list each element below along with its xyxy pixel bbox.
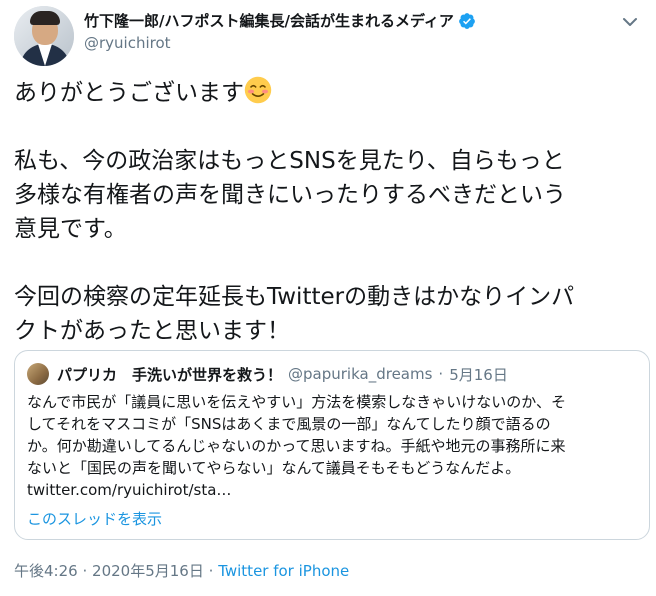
tweet-text-paragraph2: 私も、今の政治家はもっとSNSを見たり、自らもっと 多様な有権者の声を聞きにいっ…: [14, 148, 566, 242]
tweet-date[interactable]: 2020年5月16日: [92, 562, 204, 580]
meta-separator-2: ·: [208, 562, 214, 580]
quoted-handle: @papurika_dreams: [288, 365, 433, 383]
tweet-text-paragraph3: 今回の検察の定年延長もTwitterの動きはかなりインパ クトがあったと思います…: [14, 284, 575, 344]
author-name-row[interactable]: 竹下隆一郎/ハフポスト編集長/会話が生まれるメディア: [84, 10, 476, 31]
quoted-tweet-card[interactable]: パプリカ 手洗いが世界を救う！ @papurika_dreams · 5月16日…: [14, 350, 650, 540]
tweet-meta: 午後4:26 · 2020年5月16日 · Twitter for iPhone: [14, 560, 349, 581]
author-display-name[interactable]: 竹下隆一郎/ハフポスト編集長/会話が生まれるメディア: [84, 10, 454, 31]
chevron-down-icon[interactable]: [620, 12, 640, 32]
avatar[interactable]: [14, 6, 74, 66]
avatar-hair: [30, 11, 60, 25]
quoted-avatar: [27, 363, 49, 385]
meta-separator-1: ·: [82, 562, 88, 580]
author-handle[interactable]: @ryuichirot: [84, 34, 171, 52]
quoted-tweet-header: パプリカ 手洗いが世界を救う！ @papurika_dreams · 5月16日: [27, 363, 508, 385]
tweet-text: ありがとうございます 私も、今の政治家はもっとSNSを見たり、自らもっと 多様な…: [14, 76, 644, 348]
tweet-time[interactable]: 午後4:26: [14, 562, 78, 580]
tweet-source-link[interactable]: Twitter for iPhone: [218, 562, 349, 580]
smiling-face-with-smiling-eyes-emoji: [244, 76, 272, 104]
quoted-display-name: パプリカ 手洗いが世界を救う！: [57, 365, 283, 384]
quoted-date: 5月16日: [449, 365, 508, 384]
tweet-text-line1: ありがとうございます: [14, 80, 244, 106]
show-thread-link[interactable]: このスレッドを表示: [27, 508, 162, 529]
verified-badge-icon: [459, 12, 475, 29]
quoted-separator: ·: [438, 365, 444, 383]
quoted-tweet-text: なんで市民が「議員に思いを伝えやすい」方法を模索しなきゃいけないのか、そ してそ…: [27, 393, 566, 499]
tweet-header: 竹下隆一郎/ハフポスト編集長/会話が生まれるメディア @ryuichirot: [14, 6, 644, 66]
